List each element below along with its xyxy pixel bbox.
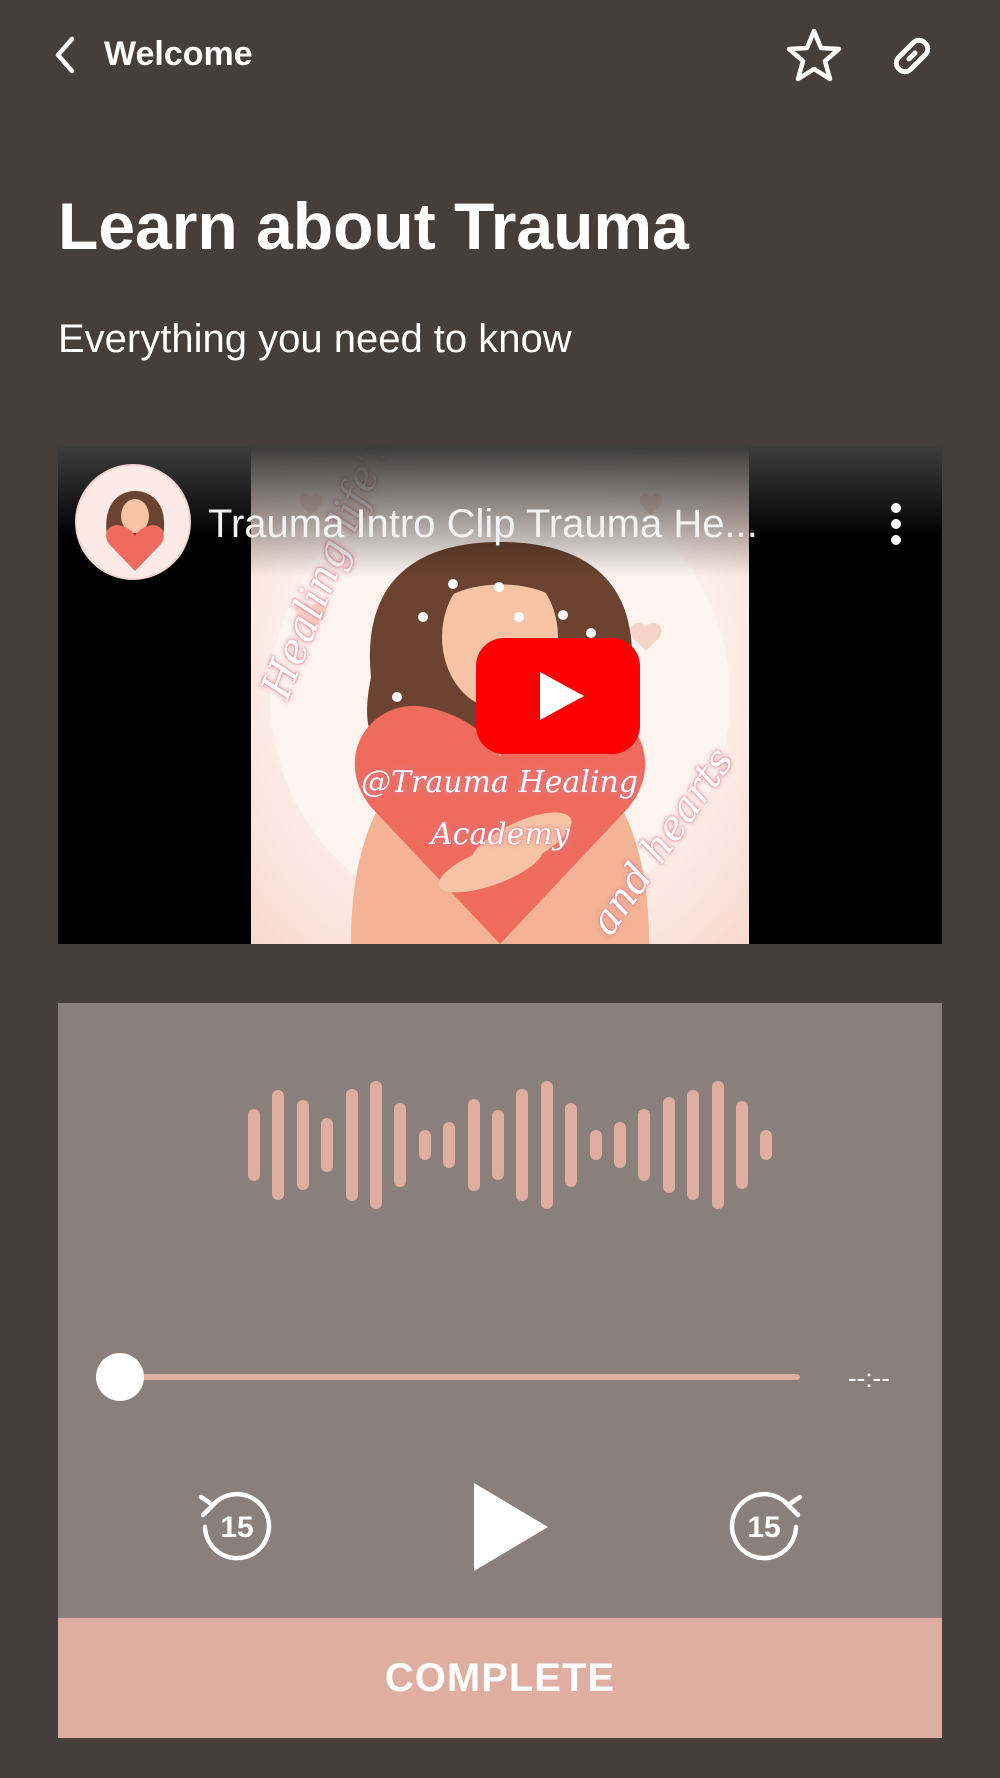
audio-time: --:-- — [848, 1363, 890, 1393]
waveform-bar — [248, 1109, 260, 1181]
top-bar: Welcome — [0, 0, 1000, 110]
waveform-bar — [272, 1090, 285, 1200]
forward-15-icon: 15 — [729, 1491, 803, 1561]
back-button[interactable] — [40, 30, 90, 80]
complete-button[interactable]: COMPLETE — [58, 1618, 942, 1738]
youtube-play-icon — [476, 638, 640, 754]
play-icon — [474, 1483, 548, 1571]
waveform-bar — [589, 1130, 602, 1160]
youtube-play-button[interactable] — [476, 638, 640, 754]
link-icon — [893, 37, 931, 75]
audio-progress-thumb[interactable] — [96, 1353, 144, 1401]
waveform-bar — [370, 1081, 382, 1209]
waveform-icon — [248, 1079, 773, 1211]
page-subtitle: Everything you need to know — [58, 317, 572, 361]
audio-player: --:-- 15 15 — [58, 1003, 942, 1618]
channel-avatar-image — [77, 466, 189, 578]
channel-avatar[interactable] — [75, 464, 191, 580]
share-link-button[interactable] — [882, 26, 942, 86]
waveform-bar — [736, 1101, 748, 1189]
video-player[interactable]: @Trauma Healing Academy Healing life's h… — [58, 447, 942, 944]
thumbnail-handle-line2: Academy — [431, 817, 570, 852]
waveform-bar — [516, 1089, 529, 1201]
audio-play-button[interactable] — [468, 1479, 552, 1575]
waveform-bar — [614, 1122, 626, 1168]
waveform-bar — [467, 1099, 480, 1191]
audio-progress-track[interactable] — [120, 1374, 800, 1380]
waveform-bar — [711, 1081, 724, 1209]
star-icon — [786, 28, 842, 82]
waveform-bar — [418, 1130, 431, 1160]
rewind-15-icon: 15 — [198, 1491, 272, 1561]
video-title[interactable]: Trauma Intro Clip Trauma He... — [208, 499, 858, 549]
waveform-bar — [394, 1103, 407, 1187]
waveform-bar — [760, 1130, 773, 1160]
waveform-bar — [540, 1081, 553, 1209]
back-label[interactable]: Welcome — [104, 32, 253, 76]
waveform-bar — [638, 1109, 651, 1181]
waveform-bar — [321, 1118, 334, 1172]
video-more-button[interactable] — [884, 502, 908, 546]
rewind-15-button[interactable]: 15 — [195, 1483, 275, 1563]
forward-seconds: 15 — [747, 1511, 780, 1544]
more-vertical-icon — [891, 503, 901, 545]
waveform-bar — [443, 1122, 456, 1168]
forward-15-button[interactable]: 15 — [726, 1483, 806, 1563]
waveform-bar — [296, 1100, 309, 1190]
favorite-button[interactable] — [784, 26, 844, 86]
waveform-bar — [687, 1090, 700, 1200]
back-chevron-icon — [55, 36, 75, 74]
waveform-bar — [662, 1097, 675, 1193]
page-title: Learn about Trauma — [58, 189, 689, 263]
rewind-seconds: 15 — [220, 1511, 253, 1544]
thumbnail-handle-line1: @Trauma Healing — [361, 765, 638, 800]
waveform-bar — [492, 1110, 504, 1180]
waveform-bar — [565, 1103, 578, 1187]
waveform-bar — [345, 1089, 358, 1201]
